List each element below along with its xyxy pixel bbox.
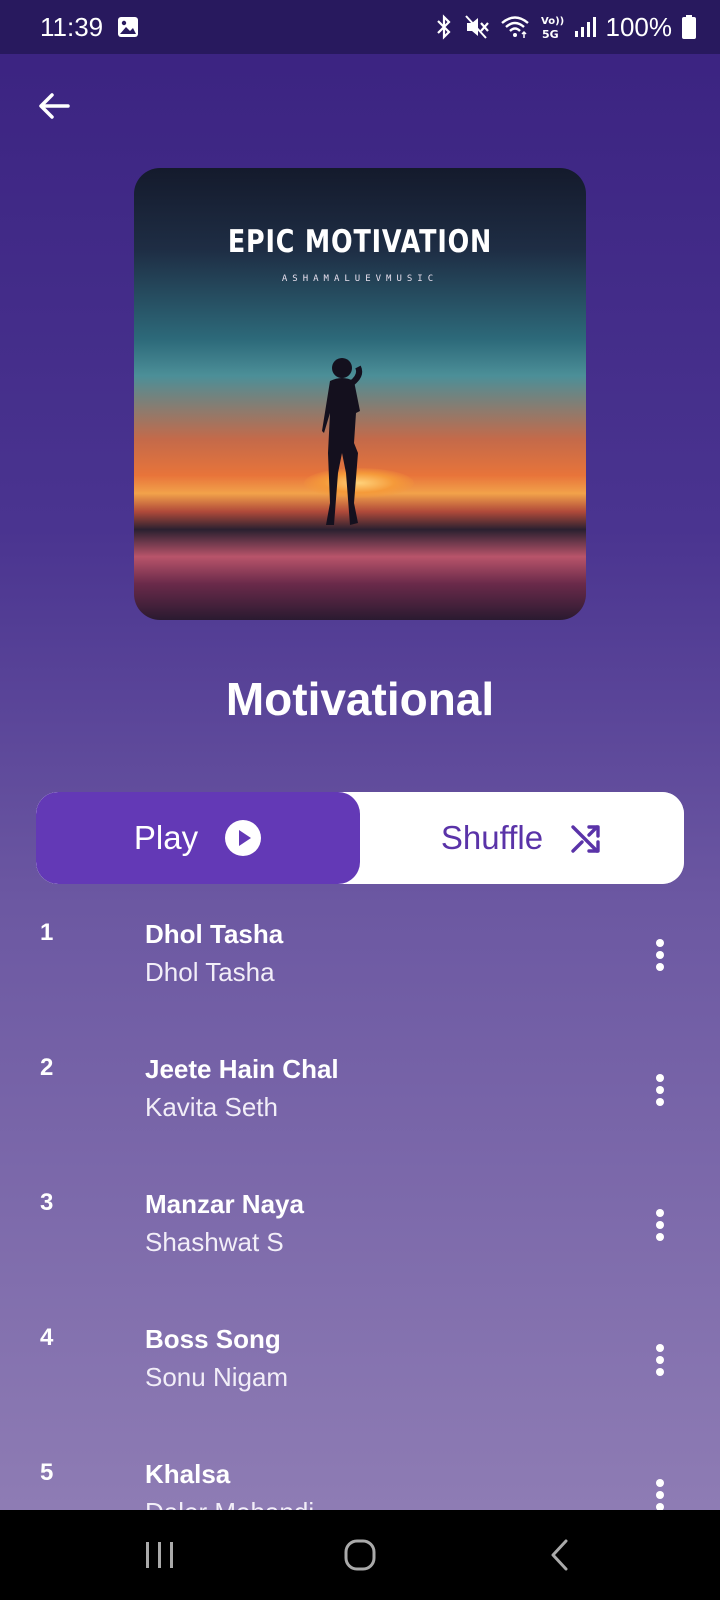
more-options-button[interactable]	[648, 935, 672, 975]
album-art: EPIC MOTIVATION ASHAMALUEVMUSIC	[134, 168, 586, 620]
shuffle-button[interactable]: Shuffle	[360, 792, 684, 884]
status-right: Vo)) 5G 100%	[434, 11, 696, 43]
status-left: 11:39	[40, 12, 139, 43]
track-row[interactable]: 2 Jeete Hain Chal Kavita Seth	[0, 1040, 720, 1175]
track-row[interactable]: 5 Khalsa Daler Mehandi	[0, 1445, 720, 1510]
home-icon	[344, 1539, 376, 1571]
home-button[interactable]	[320, 1525, 400, 1585]
recent-apps-icon	[146, 1542, 173, 1568]
more-vert-icon	[656, 1344, 664, 1376]
more-vert-icon	[656, 939, 664, 971]
play-label: Play	[133, 819, 199, 856]
svg-text:5G: 5G	[542, 28, 559, 41]
more-options-button[interactable]	[648, 1070, 672, 1110]
shuffle-icon	[571, 825, 600, 853]
track-number: 2	[40, 1054, 54, 1081]
mute-icon	[464, 14, 490, 40]
track-title: Khalsa	[145, 1459, 231, 1489]
system-nav-bar	[0, 1510, 720, 1600]
play-circle-icon	[225, 820, 262, 856]
signal-icon	[574, 16, 596, 38]
arrow-left-icon	[39, 93, 70, 119]
track-artist: Dhol Tasha	[145, 957, 275, 987]
chevron-left-icon	[551, 1539, 568, 1571]
track-title: Manzar Naya	[145, 1189, 304, 1219]
track-row[interactable]: 1 Dhol Tasha Dhol Tasha	[0, 905, 720, 1040]
battery-percent: 100%	[605, 11, 673, 42]
track-title: Dhol Tasha	[145, 919, 284, 949]
track-artist: Kavita Seth	[145, 1092, 278, 1122]
back-nav-button[interactable]	[520, 1525, 600, 1585]
play-button[interactable]: Play	[36, 792, 360, 884]
more-options-button[interactable]	[648, 1340, 672, 1380]
bluetooth-icon	[434, 14, 454, 40]
track-number: 1	[40, 919, 54, 946]
more-options-button[interactable]	[648, 1205, 672, 1245]
track-list: 1 Dhol Tasha Dhol Tasha 2 Jeete Hain Cha…	[0, 905, 720, 1510]
more-options-button[interactable]	[648, 1475, 672, 1510]
track-row[interactable]: 3 Manzar Naya Shashwat S	[0, 1175, 720, 1310]
status-time: 11:39	[40, 11, 104, 42]
track-number: 5	[40, 1459, 54, 1486]
shuffle-label: Shuffle	[440, 819, 544, 856]
status-bar: 11:39 Vo)) 5G 100%	[0, 0, 720, 54]
album-art-silhouette	[322, 358, 363, 525]
album-art-title: EPIC MOTIVATION	[227, 224, 493, 260]
more-vert-icon	[656, 1479, 664, 1510]
playback-actions: Play Shuffle	[36, 792, 684, 884]
wifi-icon	[500, 14, 530, 40]
track-row[interactable]: 4 Boss Song Sonu Nigam	[0, 1310, 720, 1445]
playlist-screen: 11:39 Vo)) 5G 100% EPIC MOTIVATION ASHAM…	[0, 0, 720, 1510]
track-artist: Sonu Nigam	[145, 1362, 289, 1392]
track-artist: Shashwat S	[145, 1227, 284, 1257]
album-art-subtitle: ASHAMALUEVMUSIC	[281, 274, 439, 284]
battery-icon	[682, 15, 696, 39]
svg-text:Vo)): Vo))	[541, 16, 564, 27]
track-number: 4	[40, 1324, 54, 1351]
playlist-title: Motivational	[225, 673, 495, 725]
track-title: Jeete Hain Chal	[145, 1054, 339, 1084]
volte-5g-icon: Vo)) 5G	[540, 13, 564, 41]
track-title: Boss Song	[145, 1324, 281, 1354]
recent-apps-button[interactable]	[120, 1525, 200, 1585]
track-artist: Daler Mehandi	[145, 1497, 314, 1510]
back-button[interactable]	[30, 82, 78, 130]
more-vert-icon	[656, 1074, 664, 1106]
gallery-icon	[117, 16, 139, 38]
more-vert-icon	[656, 1209, 664, 1241]
track-number: 3	[40, 1189, 54, 1216]
